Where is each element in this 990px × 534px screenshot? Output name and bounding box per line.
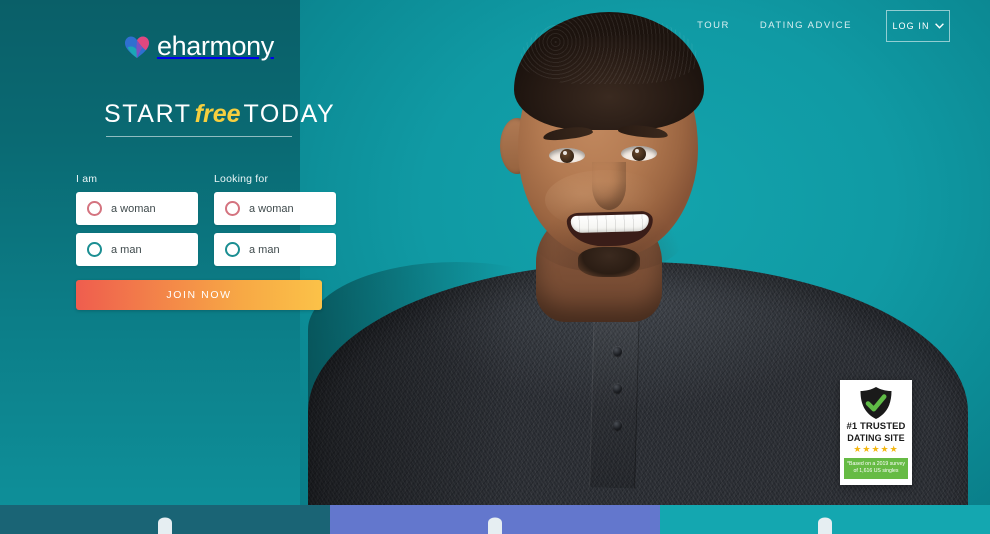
signup-form: I am a woman a man Looking for a woman a… [76, 173, 336, 274]
badge-title-line1: #1 TRUSTED [846, 421, 906, 432]
tile-three[interactable] [660, 505, 990, 534]
i-am-man-option[interactable]: a man [76, 233, 198, 266]
join-now-button[interactable]: JOIN NOW [76, 280, 322, 310]
i-am-woman-label: a woman [111, 202, 156, 215]
nav-link-tour[interactable]: TOUR [697, 20, 730, 31]
nose [592, 162, 626, 210]
looking-for-woman-option[interactable]: a woman [214, 192, 336, 225]
partial-white-icon [818, 517, 832, 534]
badge-note: *Based on a 2019 survey of 1,616 US sing… [844, 457, 908, 479]
signup-panel: START free TODAY I am a woman a man Look… [76, 100, 336, 310]
looking-for-woman-label: a woman [249, 202, 294, 215]
hero-section: eharmony TOUR DATING ADVICE LOG IN START… [0, 0, 990, 505]
i-am-label: I am [76, 173, 98, 185]
bottom-strip [0, 505, 990, 534]
badge-title-line2: DATING SITE [847, 432, 905, 443]
looking-for-man-option[interactable]: a man [214, 233, 336, 266]
i-am-man-label: a man [111, 243, 142, 256]
tile-one[interactable] [0, 505, 330, 534]
looking-for-label: Looking for [214, 173, 269, 185]
radio-circle-icon [87, 201, 102, 216]
top-navigation: eharmony TOUR DATING ADVICE LOG IN [0, 0, 990, 60]
i-am-woman-option[interactable]: a woman [76, 192, 198, 225]
nav-links: TOUR DATING ADVICE [697, 20, 852, 31]
shield-check-icon [860, 387, 892, 419]
headline-part1: START [104, 100, 192, 128]
landing-page: eharmony TOUR DATING ADVICE LOG IN START… [0, 0, 990, 534]
form-column-looking-for: Looking for a woman a man [214, 173, 336, 274]
brand-name: eharmony [157, 31, 274, 61]
headline-underline [106, 136, 292, 137]
partial-white-icon [488, 517, 502, 534]
login-button[interactable]: LOG IN [886, 10, 950, 42]
chevron-down-icon [934, 23, 944, 29]
tile-two[interactable] [330, 505, 660, 534]
form-column-i-am: I am a woman a man [76, 173, 198, 274]
nav-link-dating-advice[interactable]: DATING ADVICE [760, 20, 852, 31]
shirt-button [613, 384, 622, 393]
eye-left [549, 148, 585, 163]
headline-emphasis: free [194, 100, 241, 128]
radio-circle-icon [225, 201, 240, 216]
brand-logo[interactable]: eharmony [124, 33, 274, 60]
trust-badge: #1 TRUSTED DATING SITE ★★★★★ *Based on a… [840, 380, 912, 485]
radio-circle-icon [225, 242, 240, 257]
page-title: START free TODAY [76, 100, 336, 129]
shirt-button [613, 421, 622, 430]
login-button-label: LOG IN [892, 21, 930, 31]
eye-right [621, 146, 657, 161]
heart-logo-icon [125, 36, 149, 58]
partial-white-icon [158, 517, 172, 534]
badge-stars: ★★★★★ [853, 444, 899, 455]
looking-for-man-label: a man [249, 243, 280, 256]
shirt-button [613, 347, 622, 356]
headline-part2: TODAY [243, 100, 336, 128]
radio-circle-icon [87, 242, 102, 257]
goatee [578, 247, 640, 277]
